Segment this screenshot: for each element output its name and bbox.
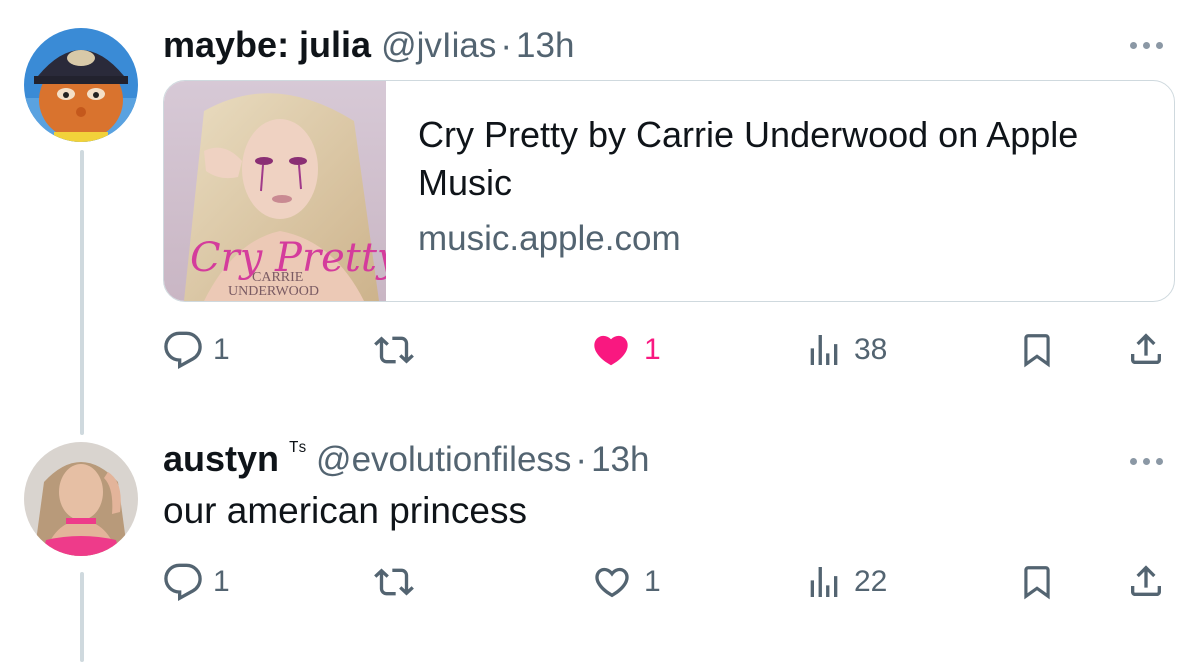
share-icon (1131, 333, 1161, 364)
avatar-image (24, 442, 138, 556)
reply-icon (164, 331, 202, 369)
timestamp[interactable]: 13h (516, 26, 574, 66)
album-art-artist-line2: UNDERWOOD (228, 284, 319, 299)
retweet-button[interactable] (372, 330, 416, 370)
album-art-artist-line1: CARRIE (252, 270, 303, 285)
timestamp[interactable]: 13h (591, 440, 649, 480)
like-count: 1 (644, 565, 661, 598)
view-count: 22 (854, 565, 888, 598)
view-count: 38 (854, 333, 888, 366)
views-icon (810, 335, 838, 365)
reply-button[interactable]: 1 (163, 562, 230, 602)
separator-dot: · (575, 440, 588, 479)
more-icon[interactable] (1130, 42, 1163, 49)
views-icon (810, 567, 838, 597)
share-button[interactable] (1126, 560, 1166, 602)
name-badge: ᵀˢ (289, 437, 307, 462)
display-name[interactable]: maybe: julia (163, 24, 371, 66)
link-preview-card[interactable]: Cry Pretty CARRIE UNDERWOOD Cry Pretty b… (163, 80, 1175, 302)
thread-connector-line (80, 572, 84, 662)
tweet-text: our american princess (163, 490, 527, 531)
like-icon (595, 567, 629, 598)
avatar[interactable] (24, 442, 138, 556)
like-button[interactable]: 1 (588, 330, 661, 370)
user-handle[interactable]: @evolutionfiless (316, 440, 571, 480)
bookmark-button[interactable] (1018, 330, 1056, 370)
thread-connector-line (80, 150, 84, 435)
display-name[interactable]: austyn (163, 438, 279, 480)
like-count: 1 (644, 333, 661, 366)
more-icon[interactable] (1130, 458, 1163, 465)
bookmark-icon (1024, 566, 1050, 600)
card-domain: music.apple.com (418, 219, 681, 258)
bookmark-button[interactable] (1018, 562, 1056, 602)
album-art-thumbnail: Cry Pretty CARRIE UNDERWOOD (164, 81, 401, 301)
bookmark-icon (1024, 334, 1050, 368)
separator-dot: · (500, 26, 513, 65)
card-title: Cry Pretty by Carrie Underwood on Apple … (418, 114, 1079, 203)
reply-button[interactable]: 1 (163, 330, 230, 370)
reply-count: 1 (213, 333, 230, 366)
views-button[interactable]: 22 (804, 562, 887, 602)
views-button[interactable]: 38 (804, 330, 887, 370)
like-icon (594, 335, 628, 366)
share-icon (1131, 565, 1161, 596)
retweet-icon (374, 568, 414, 596)
retweet-icon (374, 336, 414, 364)
reply-icon (164, 563, 202, 601)
retweet-button[interactable] (372, 562, 416, 602)
share-button[interactable] (1126, 328, 1166, 370)
reply-count: 1 (213, 565, 230, 598)
tweet-header: austyn ᵀˢ @evolutionfiless · 13h (163, 437, 649, 480)
like-button[interactable]: 1 (590, 562, 661, 602)
avatar-image (24, 28, 138, 142)
user-handle[interactable]: @jvIias (381, 26, 496, 66)
tweet-header: maybe: julia @jvIias · 13h (163, 24, 574, 66)
avatar[interactable] (24, 28, 138, 142)
